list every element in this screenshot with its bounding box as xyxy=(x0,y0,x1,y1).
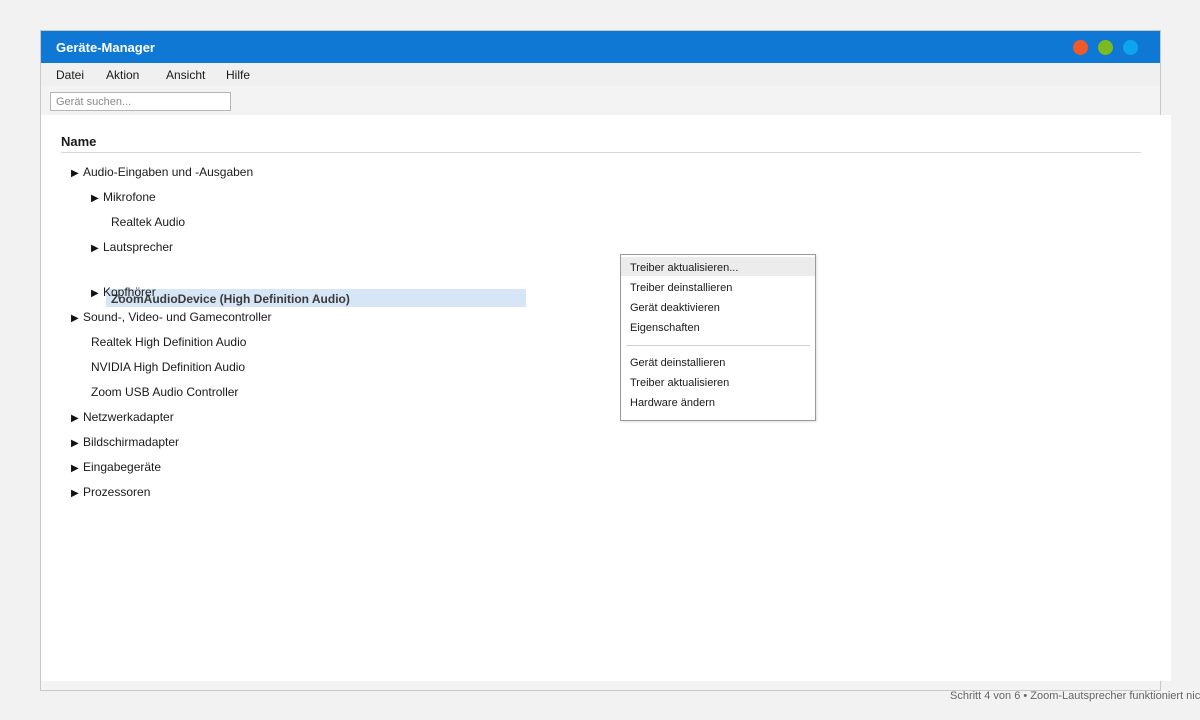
tree-node-audio-inputs-outputs[interactable]: ▶ Audio-Eingaben und -Ausgaben xyxy=(71,165,253,179)
device-context-menu: Treiber aktualisieren... Treiber deinsta… xyxy=(620,254,816,421)
tree-node-lautsprecher[interactable]: ▶ Lautsprecher xyxy=(91,240,173,254)
header-divider xyxy=(61,152,1141,153)
tree-node-prozessoren[interactable]: ▶ Prozessoren xyxy=(71,485,150,499)
ctx-uninstall-device[interactable]: Gerät deinstallieren xyxy=(621,352,815,371)
expand-arrow-icon[interactable]: ▶ xyxy=(71,168,83,179)
menu-bar: Datei Aktion Ansicht Hilfe xyxy=(41,63,1160,86)
tree-node-kopfhoerer[interactable]: ▶ Kopfhörer xyxy=(91,285,156,299)
tree-node-nvidia-hd-audio[interactable]: NVIDIA High Definition Audio xyxy=(91,360,245,374)
tree-node-realtek-audio[interactable]: Realtek Audio xyxy=(111,215,185,229)
tree-node-label: Mikrofone xyxy=(103,190,156,204)
device-manager-window: Geräte-Manager Datei Aktion Ansicht Hilf… xyxy=(40,30,1171,691)
ctx-update-driver-dialog[interactable]: Treiber aktualisieren... xyxy=(621,257,815,276)
tree-node-label: NVIDIA High Definition Audio xyxy=(91,360,246,374)
tree-node-zoom-audio-device-selected[interactable]: ZoomAudioDevice (High Definition Audio) xyxy=(106,289,526,307)
expand-arrow-icon[interactable]: ▶ xyxy=(91,288,103,299)
expand-arrow-icon[interactable]: ▶ xyxy=(71,313,83,324)
title-bar: Geräte-Manager xyxy=(41,31,1160,63)
tree-node-label: Prozessoren xyxy=(83,485,151,499)
menu-ansicht[interactable]: Ansicht xyxy=(166,68,205,82)
ctx-properties[interactable]: Eigenschaften xyxy=(621,317,815,336)
name-column-header[interactable]: Name xyxy=(61,134,96,149)
menu-datei[interactable]: Datei xyxy=(56,68,84,82)
minimize-window-dot[interactable] xyxy=(1123,40,1138,55)
device-tree-panel: Name ▶ Audio-Eingaben und -Ausgaben ▶ Mikr… xyxy=(41,115,1171,681)
ctx-change-hardware[interactable]: Hardware ändern xyxy=(621,392,815,411)
tree-node-netzwerkadapter[interactable]: ▶ Netzwerkadapter xyxy=(71,410,174,424)
tree-node-label: Netzwerkadapter xyxy=(83,410,174,424)
expand-arrow-icon[interactable]: ▶ xyxy=(91,243,103,254)
device-search-input[interactable] xyxy=(50,92,231,111)
expand-arrow-icon[interactable]: ▶ xyxy=(71,488,83,499)
tree-node-label: Sound-, Video- und Gamecontroller xyxy=(83,310,272,324)
tree-node-eingabegeraete[interactable]: ▶ Eingabegeräte xyxy=(71,460,161,474)
tree-node-label: Lautsprecher xyxy=(103,240,174,254)
tree-node-label: Audio-Eingaben und -Ausgaben xyxy=(83,165,254,179)
step-status-text: Schritt 4 von 6 • Zoom-Lautsprecher funk… xyxy=(950,690,1200,702)
expand-arrow-icon[interactable]: ▶ xyxy=(71,413,83,424)
expand-arrow-icon[interactable]: ▶ xyxy=(71,438,83,449)
maximize-window-dot[interactable] xyxy=(1098,40,1113,55)
tree-node-label: Bildschirmadapter xyxy=(83,435,180,449)
ctx-disable-device[interactable]: Gerät deaktivieren xyxy=(621,297,815,316)
tree-node-bildschirmadapter[interactable]: ▶ Bildschirmadapter xyxy=(71,435,179,449)
tree-node-label: Eingabegeräte xyxy=(83,460,162,474)
tree-node-mikrofone[interactable]: ▶ Mikrofone xyxy=(91,190,156,204)
window-title: Geräte-Manager xyxy=(56,40,155,55)
tree-node-label: Kopfhörer xyxy=(103,285,156,299)
context-menu-separator xyxy=(626,345,810,346)
expand-arrow-icon[interactable]: ▶ xyxy=(71,463,83,474)
tree-node-label: Zoom USB Audio Controller xyxy=(91,385,239,399)
tree-node-sound-video-game[interactable]: ▶ Sound-, Video- und Gamecontroller xyxy=(71,310,272,324)
expand-arrow-icon[interactable]: ▶ xyxy=(91,193,103,204)
menu-hilfe[interactable]: Hilfe xyxy=(226,68,250,82)
tree-node-label: Realtek Audio xyxy=(111,215,186,229)
ctx-update-driver[interactable]: Treiber aktualisieren xyxy=(621,372,815,391)
tree-node-zoom-usb-controller[interactable]: Zoom USB Audio Controller xyxy=(91,385,238,399)
tree-node-label: Realtek High Definition Audio xyxy=(91,335,247,349)
tree-node-realtek-hd-audio[interactable]: Realtek High Definition Audio xyxy=(91,335,246,349)
ctx-uninstall-driver[interactable]: Treiber deinstallieren xyxy=(621,277,815,296)
menu-aktion[interactable]: Aktion xyxy=(106,68,139,82)
close-window-dot[interactable] xyxy=(1073,40,1088,55)
